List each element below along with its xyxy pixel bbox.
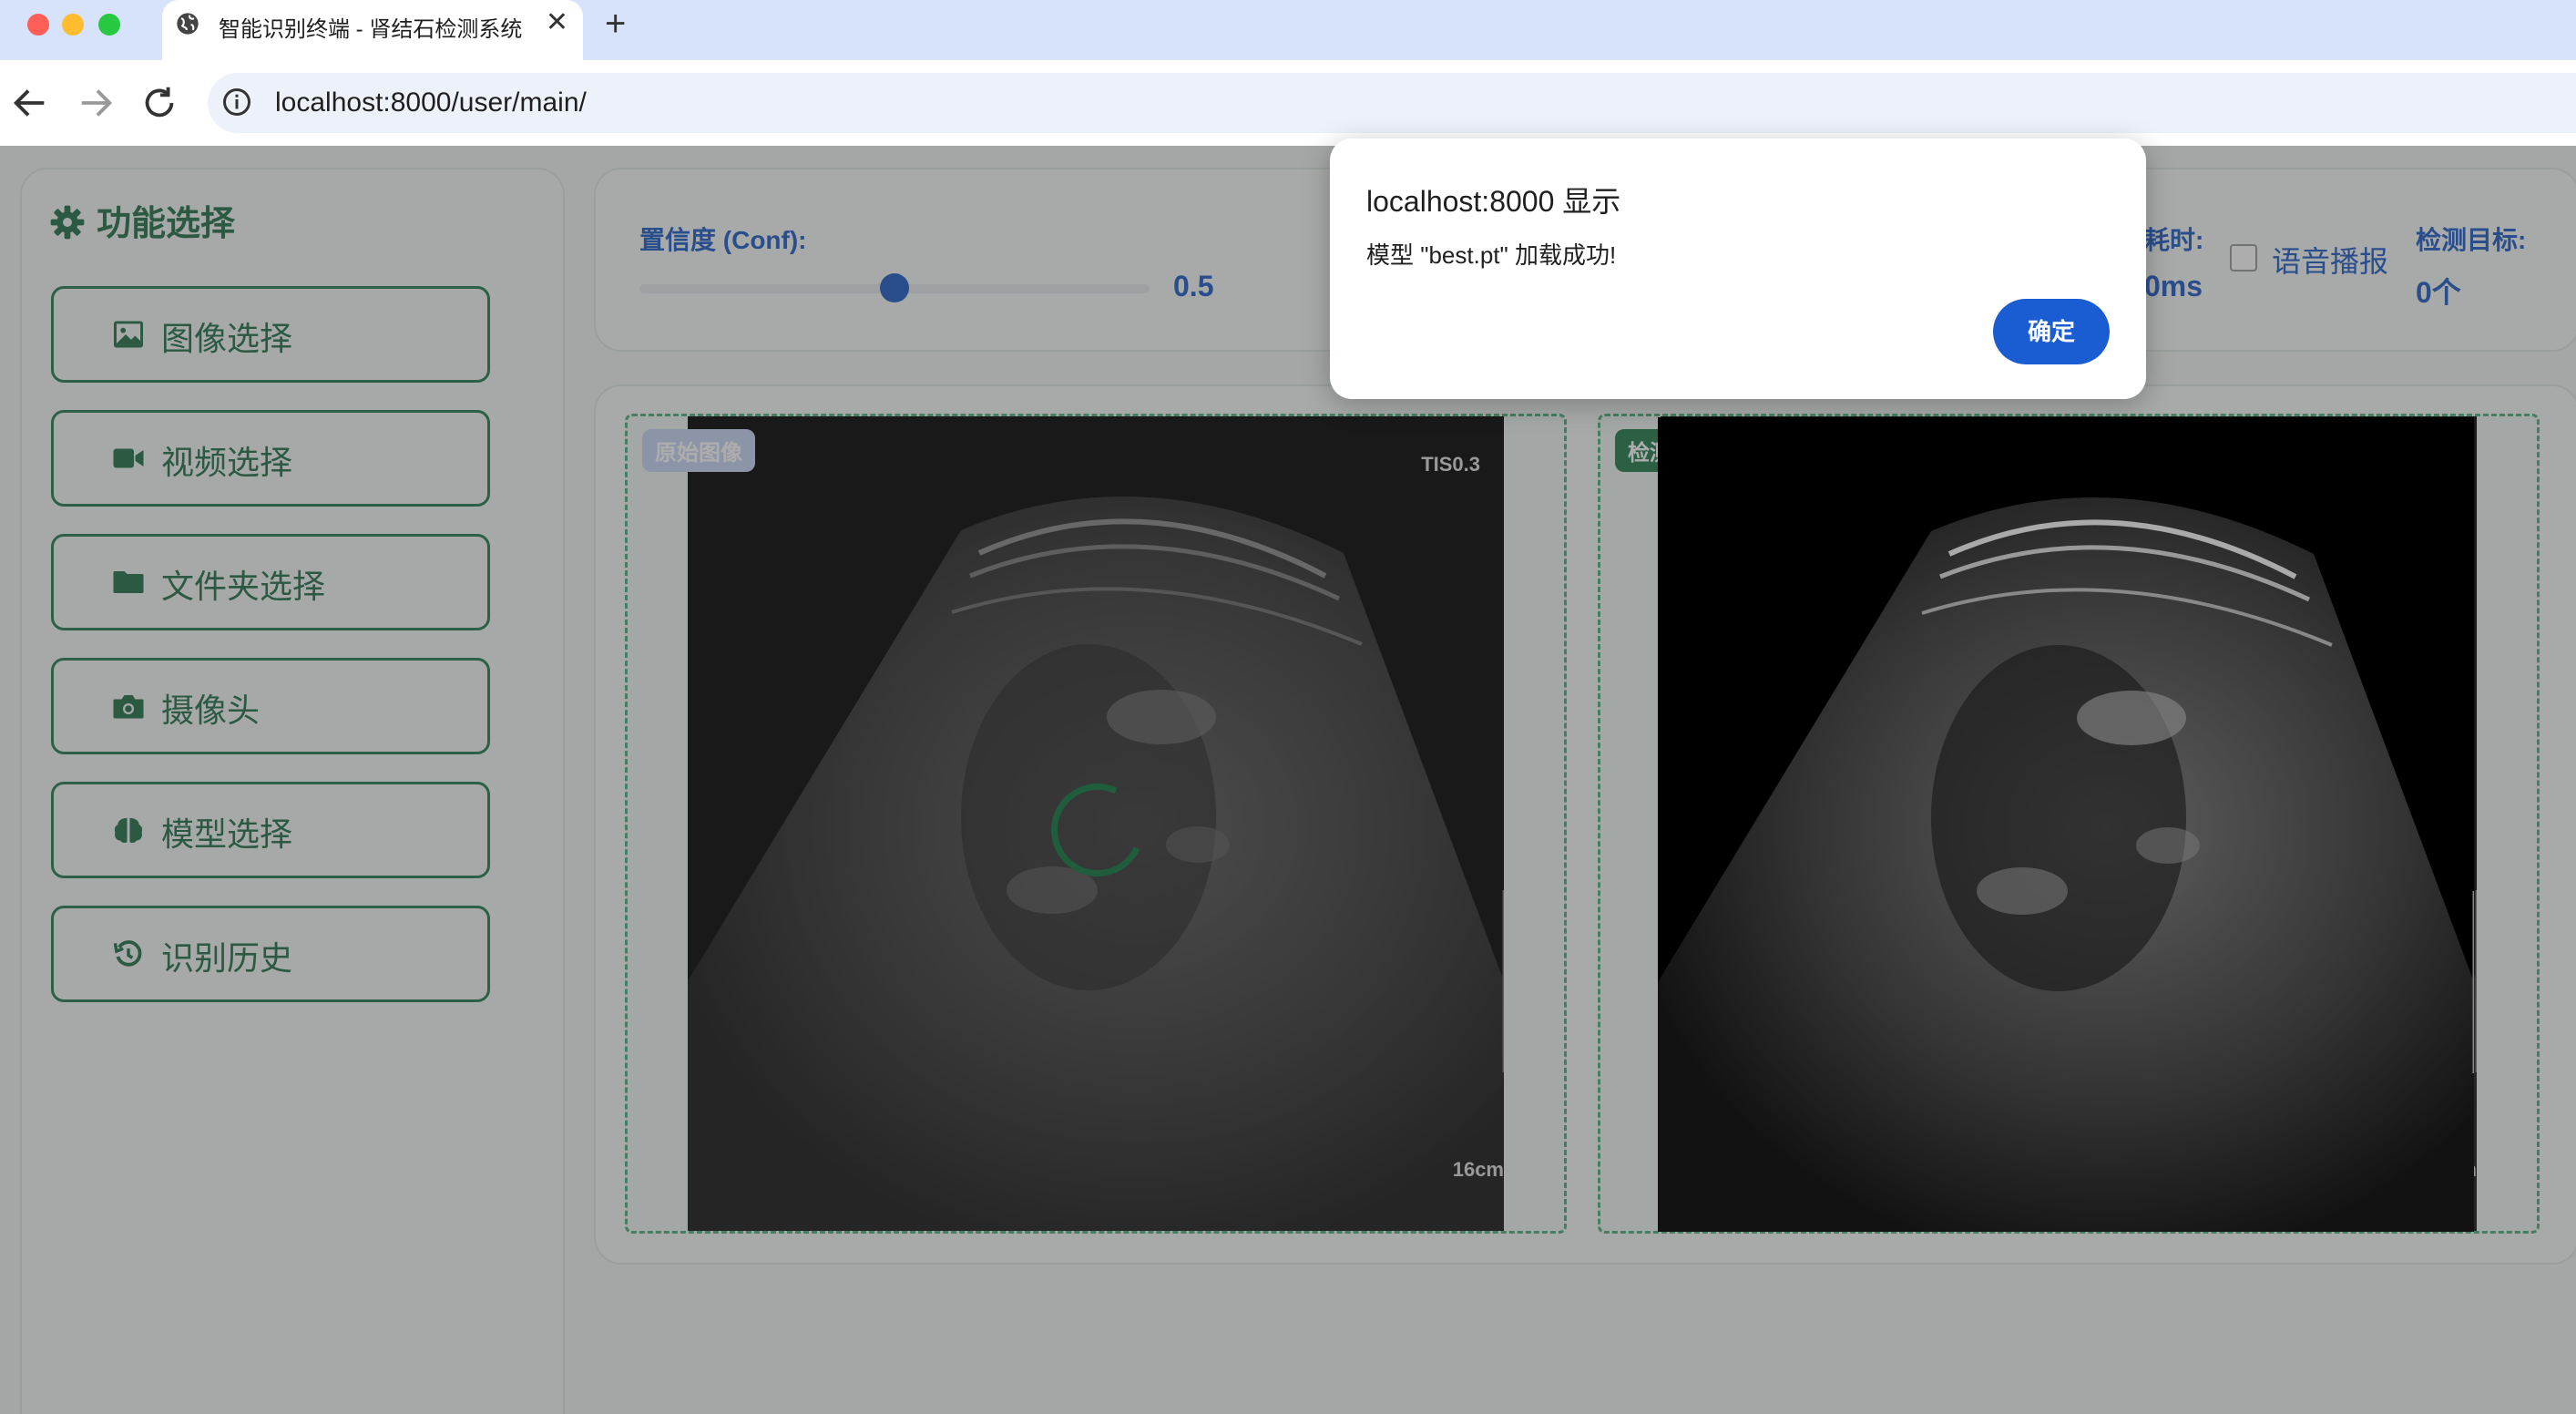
result-image-highlight bbox=[1658, 417, 2474, 1232]
dialog-title: localhost:8000 显示 bbox=[1366, 185, 1621, 218]
globe-icon bbox=[177, 13, 199, 35]
dialog-ok-button[interactable]: 确定 bbox=[1993, 299, 2110, 364]
browser-tab[interactable]: 智能识别终端 - 肾结石检测系统 ✕ bbox=[162, 0, 583, 60]
address-bar[interactable]: localhost:8000/user/main/ bbox=[208, 73, 2576, 133]
new-tab-icon[interactable]: + bbox=[605, 4, 626, 44]
result-ultrasound-preview bbox=[1658, 497, 2474, 1232]
reload-icon[interactable] bbox=[138, 82, 180, 124]
browser-toolbar: localhost:8000/user/main/ bbox=[0, 60, 2576, 146]
window-zoom-dot[interactable] bbox=[98, 14, 120, 36]
back-arrow-icon[interactable] bbox=[9, 82, 51, 124]
forward-arrow-icon[interactable] bbox=[75, 82, 117, 124]
dialog-message: 模型 "best.pt" 加载成功! bbox=[1366, 241, 1617, 269]
browser-tab-bar: 智能识别终端 - 肾结石检测系统 ✕ + bbox=[0, 0, 2576, 60]
window-minimize-dot[interactable] bbox=[62, 14, 84, 36]
tab-title: 智能识别终端 - 肾结石检测系统 bbox=[219, 17, 523, 42]
alert-dialog: localhost:8000 显示 模型 "best.pt" 加载成功! 确定 bbox=[1330, 138, 2146, 399]
window-close-dot[interactable] bbox=[27, 14, 49, 36]
tab-close-icon[interactable]: ✕ bbox=[546, 7, 568, 38]
url-text: localhost:8000/user/main/ bbox=[275, 87, 587, 118]
site-info-icon[interactable] bbox=[220, 86, 253, 118]
